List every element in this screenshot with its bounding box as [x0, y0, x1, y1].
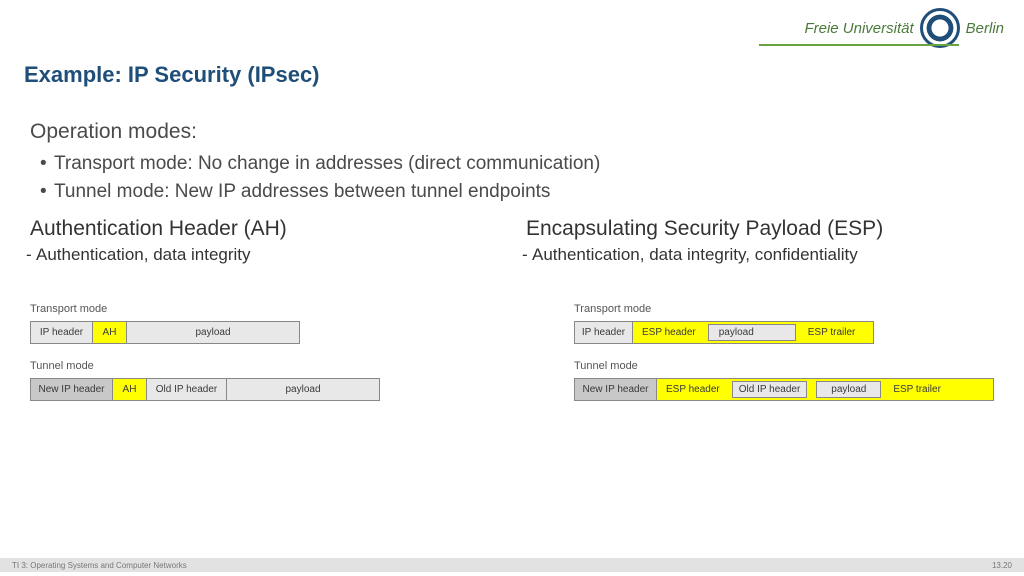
ah-tunnel-label: Tunnel mode: [30, 360, 444, 372]
seg-payload3: payload: [708, 324, 796, 341]
slide-footer: TI 3: Operating Systems and Computer Net…: [0, 558, 1024, 572]
content-area: Operation modes: Transport mode: No chan…: [30, 120, 994, 265]
seg-payload2: payload: [227, 379, 379, 400]
ah-diagrams: Transport mode IP header AH payload Tunn…: [30, 303, 444, 417]
esp-transport-label: Transport mode: [574, 303, 994, 315]
seg-payload4: payload: [816, 381, 881, 398]
packet-diagrams: Transport mode IP header AH payload Tunn…: [30, 303, 994, 417]
seg-ip-header2: IP header: [575, 322, 633, 343]
seg-ah: AH: [93, 322, 127, 343]
seg-new-ip: New IP header: [31, 379, 113, 400]
seg-esp-header: ESP header: [636, 327, 702, 338]
slide-title: Example: IP Security (IPsec): [24, 62, 320, 88]
esp-subheading: Authentication, data integrity, confiden…: [526, 245, 994, 265]
esp-tunnel-label: Tunnel mode: [574, 360, 994, 372]
seg-payload: payload: [127, 322, 299, 343]
ah-subheading: Authentication, data integrity: [30, 245, 498, 265]
ah-tunnel-packet: New IP header AH Old IP header payload: [30, 378, 380, 401]
seg-old-ip: Old IP header: [147, 379, 227, 400]
seg-ah2: AH: [113, 379, 147, 400]
seg-new-ip2: New IP header: [575, 379, 657, 400]
seal-icon: [920, 8, 960, 48]
modes-bullets: Transport mode: No change in addresses (…: [40, 150, 994, 205]
esp-heading: Encapsulating Security Payload (ESP): [526, 217, 994, 241]
footer-right: 13.20: [992, 561, 1012, 570]
esp-tunnel-wrap: ESP header Old IP header payload ESP tra…: [657, 379, 993, 400]
logo-text-bold: Berlin: [966, 20, 1004, 37]
ah-column: Authentication Header (AH) Authenticatio…: [30, 217, 498, 265]
logo-text: Freie Universität: [804, 20, 913, 37]
ah-transport-packet: IP header AH payload: [30, 321, 300, 344]
seg-esp-trailer2: ESP trailer: [887, 384, 947, 395]
footer-left: TI 3: Operating Systems and Computer Net…: [12, 561, 187, 570]
seg-old-ip2: Old IP header: [732, 381, 808, 398]
seg-ip-header: IP header: [31, 322, 93, 343]
esp-column: Encapsulating Security Payload (ESP) Aut…: [526, 217, 994, 265]
ah-transport-label: Transport mode: [30, 303, 444, 315]
university-logo: Freie Universität Berlin: [804, 8, 1004, 48]
logo-underline: [759, 44, 959, 46]
operation-modes-heading: Operation modes:: [30, 120, 994, 144]
esp-diagrams: Transport mode IP header ESP header payl…: [574, 303, 994, 417]
seg-esp-header2: ESP header: [660, 384, 726, 395]
esp-tunnel-packet: New IP header ESP header Old IP header p…: [574, 378, 994, 401]
seg-esp-trailer: ESP trailer: [802, 327, 862, 338]
bullet-tunnel: Tunnel mode: New IP addresses between tu…: [40, 178, 994, 206]
esp-transport-packet: IP header ESP header payload ESP trailer: [574, 321, 874, 344]
esp-transport-wrap: ESP header payload ESP trailer: [633, 322, 873, 343]
bullet-transport: Transport mode: No change in addresses (…: [40, 150, 994, 178]
ah-heading: Authentication Header (AH): [30, 217, 498, 241]
